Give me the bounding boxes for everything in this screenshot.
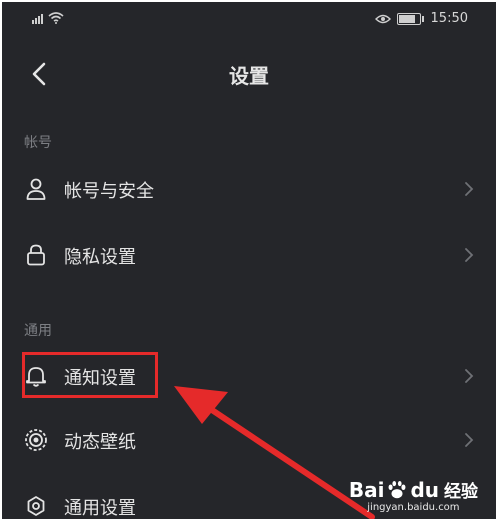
chevron-right-icon [465, 248, 474, 262]
row-account-security[interactable]: 帐号与安全 [2, 157, 496, 221]
row-label: 通知设置 [64, 368, 136, 389]
signal-icon [32, 14, 43, 24]
header: 设置 [2, 46, 496, 102]
watermark-brand-right: du [410, 477, 439, 502]
settings-screen: 15:50 设置 帐号 帐号与安全 隐私设置 通用 通知设置 动态壁纸 通用设置… [2, 2, 496, 519]
battery-icon [396, 12, 424, 25]
row-privacy[interactable]: 隐私设置 [2, 223, 496, 287]
chevron-right-icon [465, 433, 474, 447]
row-label: 通用设置 [64, 498, 136, 519]
wifi-icon [48, 12, 64, 24]
network-status [32, 12, 64, 24]
status-bar: 15:50 [2, 2, 496, 38]
watermark-brand-cn: 经验 [444, 482, 478, 502]
row-label: 隐私设置 [64, 247, 136, 268]
user-icon [26, 178, 46, 200]
chevron-right-icon [465, 182, 474, 196]
section-label-general: 通用 [24, 323, 52, 339]
eye-icon [374, 14, 391, 23]
page-title: 设置 [229, 64, 269, 88]
row-label: 帐号与安全 [64, 181, 154, 202]
watermark-brand-left: Bai [348, 477, 385, 502]
row-notifications[interactable]: 通知设置 [2, 344, 496, 408]
lock-icon [27, 244, 45, 266]
row-label: 动态壁纸 [64, 432, 136, 453]
gear-icon [27, 496, 45, 516]
device-status: 15:50 [374, 11, 468, 26]
row-live-wallpaper[interactable]: 动态壁纸 [2, 408, 496, 472]
status-time: 15:50 [430, 11, 468, 26]
ripple-icon [25, 429, 47, 451]
bell-icon [26, 367, 46, 387]
section-label-account: 帐号 [24, 135, 52, 151]
watermark-url: jingyan.baidu.com [367, 502, 460, 513]
chevron-right-icon [465, 369, 474, 383]
watermark: Bai du 经验 jingyan.baidu.com [348, 477, 478, 514]
paw-icon [389, 480, 406, 498]
